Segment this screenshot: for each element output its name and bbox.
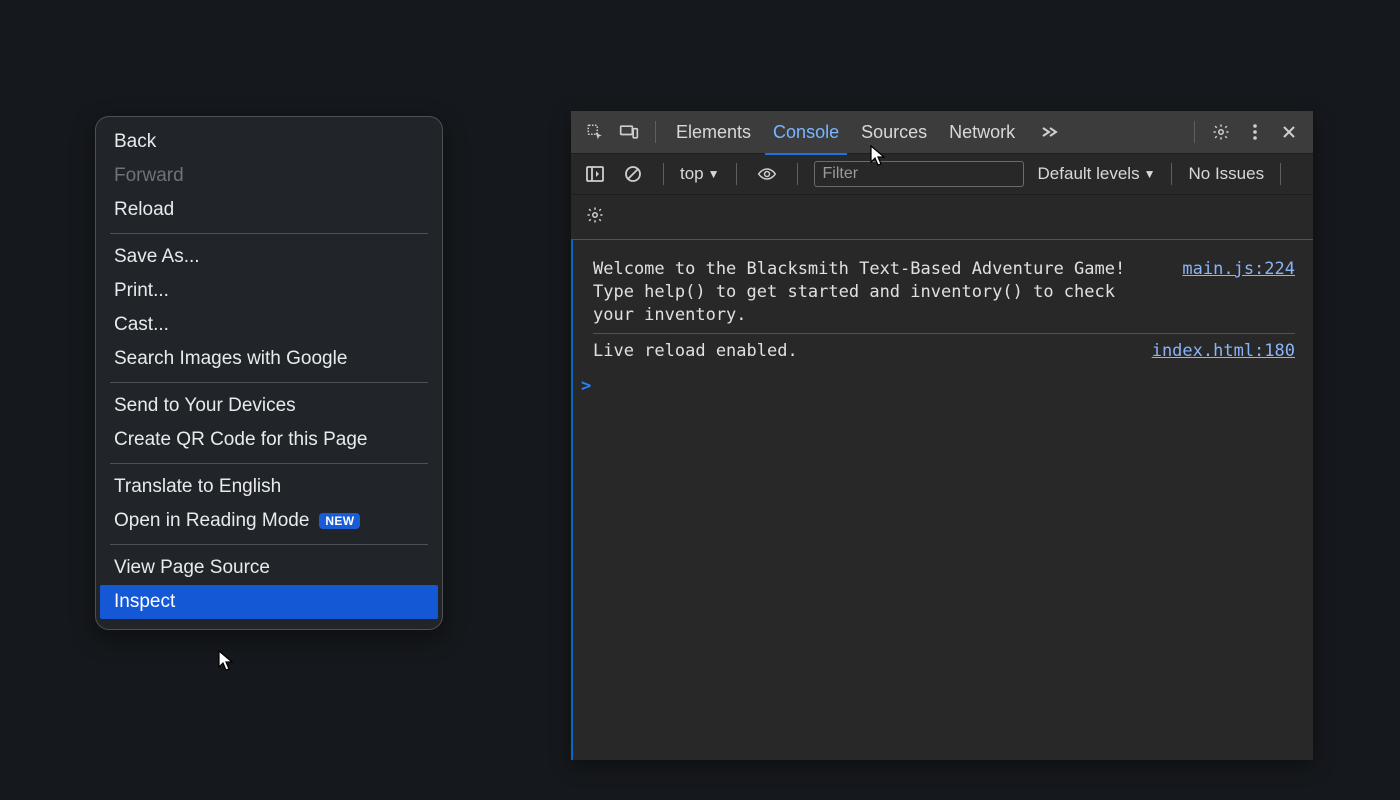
- ctx-item-search-images[interactable]: Search Images with Google: [96, 342, 442, 376]
- console-message-source-link[interactable]: index.html:180: [1152, 340, 1295, 363]
- separator: [1280, 163, 1281, 185]
- console-message: Welcome to the Blacksmith Text-Based Adv…: [593, 252, 1295, 333]
- more-tabs-icon[interactable]: [1035, 118, 1063, 146]
- ctx-item-reading-mode[interactable]: Open in Reading Mode NEW: [96, 504, 442, 538]
- chevron-down-icon: ▼: [708, 167, 720, 181]
- ctx-separator: [110, 382, 428, 383]
- tab-elements[interactable]: Elements: [668, 118, 759, 147]
- context-menu: Back Forward Reload Save As... Print... …: [95, 116, 443, 630]
- console-settings-icon[interactable]: [581, 201, 609, 229]
- log-levels-selector[interactable]: Default levels ▼: [1038, 164, 1156, 184]
- live-expression-icon[interactable]: [753, 160, 781, 188]
- filter-input[interactable]: [814, 161, 1024, 187]
- ctx-separator: [110, 544, 428, 545]
- devtools-tabstrip: Elements Console Sources Network: [571, 111, 1313, 153]
- console-settings-row: [571, 195, 1313, 240]
- ctx-separator: [110, 463, 428, 464]
- issues-label[interactable]: No Issues: [1188, 164, 1264, 184]
- console-prompt[interactable]: >: [581, 369, 1295, 398]
- ctx-item-translate[interactable]: Translate to English: [96, 470, 442, 504]
- tab-console[interactable]: Console: [765, 118, 847, 147]
- clear-console-icon[interactable]: [619, 160, 647, 188]
- console-output: Welcome to the Blacksmith Text-Based Adv…: [571, 240, 1313, 760]
- ctx-item-cast[interactable]: Cast...: [96, 308, 442, 342]
- sidebar-toggle-icon[interactable]: [581, 160, 609, 188]
- ctx-item-label: Open in Reading Mode: [114, 510, 309, 532]
- cursor-icon: [218, 650, 236, 668]
- separator: [1171, 163, 1172, 185]
- context-label: top: [680, 164, 704, 184]
- ctx-item-save-as[interactable]: Save As...: [96, 240, 442, 274]
- levels-label: Default levels: [1038, 164, 1140, 184]
- ctx-item-back[interactable]: Back: [96, 125, 442, 159]
- tab-sources[interactable]: Sources: [853, 118, 935, 147]
- devtools-panel: Elements Console Sources Network top ▼: [571, 111, 1313, 760]
- separator: [663, 163, 664, 185]
- chevron-down-icon: ▼: [1144, 167, 1156, 181]
- console-message-text: Live reload enabled.: [593, 340, 798, 363]
- separator: [797, 163, 798, 185]
- device-toolbar-icon[interactable]: [615, 118, 643, 146]
- context-selector[interactable]: top ▼: [680, 164, 720, 184]
- ctx-item-inspect[interactable]: Inspect: [100, 585, 438, 619]
- tab-network[interactable]: Network: [941, 118, 1023, 147]
- console-message-text: Welcome to the Blacksmith Text-Based Adv…: [593, 258, 1133, 327]
- settings-icon[interactable]: [1207, 118, 1235, 146]
- ctx-item-print[interactable]: Print...: [96, 274, 442, 308]
- ctx-item-qr-code[interactable]: Create QR Code for this Page: [96, 423, 442, 457]
- console-message-source-link[interactable]: main.js:224: [1182, 258, 1295, 281]
- inspect-element-icon[interactable]: [581, 118, 609, 146]
- close-icon[interactable]: [1275, 118, 1303, 146]
- console-message: Live reload enabled. index.html:180: [593, 333, 1295, 369]
- ctx-item-view-source[interactable]: View Page Source: [96, 551, 442, 585]
- new-badge: NEW: [319, 513, 360, 529]
- ctx-item-forward: Forward: [96, 159, 442, 193]
- console-toolbar: top ▼ Default levels ▼ No Issues: [571, 153, 1313, 195]
- ctx-item-send-devices[interactable]: Send to Your Devices: [96, 389, 442, 423]
- separator: [655, 121, 656, 143]
- separator: [736, 163, 737, 185]
- kebab-menu-icon[interactable]: [1241, 118, 1269, 146]
- ctx-separator: [110, 233, 428, 234]
- separator: [1194, 121, 1195, 143]
- ctx-item-reload[interactable]: Reload: [96, 193, 442, 227]
